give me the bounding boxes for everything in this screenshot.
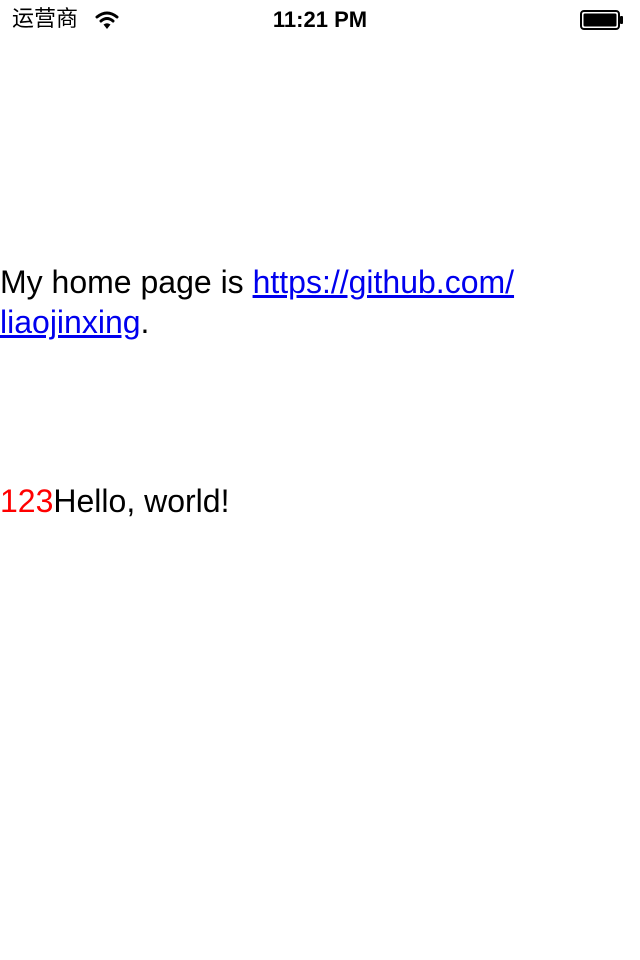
hello-text: 123Hello, world! bbox=[0, 481, 600, 521]
clock-time: 11:21 PM bbox=[272, 7, 368, 32]
github-link-line2: liaojinxing bbox=[0, 304, 141, 340]
home-page-suffix: . bbox=[140, 304, 150, 340]
home-page-prefix: My home page is bbox=[0, 264, 253, 300]
hello-world-label: Hello, world! bbox=[53, 483, 230, 519]
battery-icon bbox=[580, 10, 623, 30]
status-bar: 运营商 11:21 PM bbox=[0, 0, 640, 40]
red-number-label: 123 bbox=[0, 483, 54, 519]
home-page-text: My home page is https://github.com/liaoj… bbox=[0, 262, 600, 342]
github-link-line1: https://github.com/ bbox=[252, 264, 515, 300]
